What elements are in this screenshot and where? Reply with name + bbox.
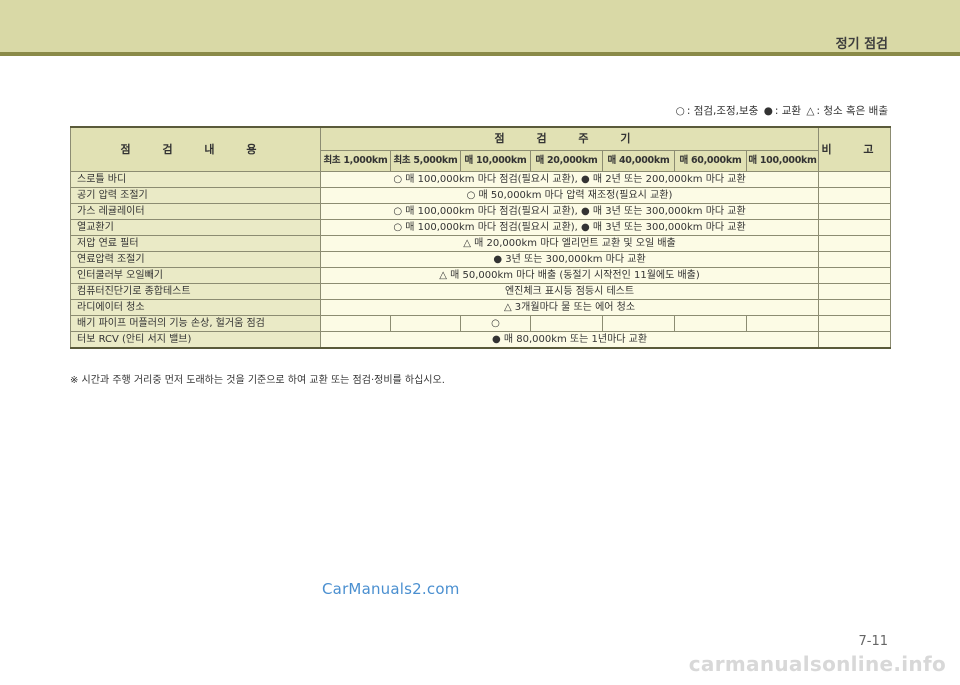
row-schedule: 엔진체크 표시등 점등시 테스트 (319, 283, 820, 300)
circle-icon: ○ (675, 105, 685, 117)
row-schedule: ○ 매 100,000km 마다 점검(필요시 교환), ● 매 3년 또는 3… (319, 203, 820, 220)
row-schedule: △ 3개월마다 물 또는 에어 청소 (319, 299, 820, 316)
interval-cell (390, 315, 461, 332)
interval-cell (530, 315, 603, 332)
row-item: 스로틀 바디 (70, 171, 321, 188)
row-schedule: △ 매 50,000km 마다 배출 (동절기 시작전인 11월에도 배출) (319, 267, 820, 284)
table-row: 터보 RCV (안티 서지 밸브) ● 매 80,000km 또는 1년마다 교… (70, 331, 892, 349)
row-schedule: ○ 매 100,000km 마다 점검(필요시 교환), ● 매 3년 또는 3… (319, 219, 820, 236)
row-remark (818, 315, 892, 332)
row-remark (818, 219, 892, 236)
header-period: 점 검 주 기 (319, 126, 820, 151)
row-remark (818, 187, 892, 204)
row-schedule: △ 매 20,000km 마다 엘리먼트 교환 및 오일 배출 (319, 235, 820, 252)
table-row: 공기 압력 조절기 ○ 매 50,000km 마다 압력 재조정(필요시 교환) (70, 187, 892, 204)
interval-header: 최초 5,000km (390, 150, 461, 172)
table-row: 연료압력 조절기 ● 3년 또는 300,000km 마다 교환 (70, 251, 892, 268)
table-row: 저압 연료 필터 △ 매 20,000km 마다 엘리먼트 교환 및 오일 배출 (70, 235, 892, 252)
interval-header: 매 60,000km (674, 150, 747, 172)
legend-dot-text: : 교환 (774, 105, 802, 117)
interval-header: 매 40,000km (602, 150, 675, 172)
row-remark (818, 203, 892, 220)
row-item: 가스 레귤레이터 (70, 203, 321, 220)
row-remark (818, 267, 892, 284)
interval-cell: ○ (460, 315, 531, 332)
header-remark: 비 고 (818, 126, 892, 172)
row-item: 컴퓨터진단기로 종합테스트 (70, 283, 321, 300)
table-row: 라디에이터 청소 △ 3개월마다 물 또는 에어 청소 (70, 299, 892, 316)
header-band (0, 0, 960, 52)
row-item: 저압 연료 필터 (70, 235, 321, 252)
row-item: 열교환기 (70, 219, 321, 236)
interval-header: 매 20,000km (530, 150, 603, 172)
row-item: 연료압력 조절기 (70, 251, 321, 268)
row-remark (818, 299, 892, 316)
row-item: 배기 파이프 머플러의 기능 손상, 헐거움 점검 (70, 315, 321, 332)
interval-cell (674, 315, 747, 332)
table-row: 컴퓨터진단기로 종합테스트 엔진체크 표시등 점등시 테스트 (70, 283, 892, 300)
row-item: 터보 RCV (안티 서지 밸브) (70, 331, 321, 349)
row-remark (818, 331, 892, 349)
table-row: 인터쿨러부 오일빼기 △ 매 50,000km 마다 배출 (동절기 시작전인 … (70, 267, 892, 284)
legend-circle-text: : 점검,조정,보충 (686, 105, 759, 117)
table-row: 스로틀 바디 ○ 매 100,000km 마다 점검(필요시 교환), ● 매 … (70, 171, 892, 188)
page-title: 정기 점검 (835, 37, 888, 52)
footnote: ※ 시간과 주행 거리중 먼저 도래하는 것을 기준으로 하여 교환 또는 점검… (70, 375, 445, 386)
header-divider (0, 52, 960, 56)
row-remark (818, 251, 892, 268)
row-schedule: ○ 매 50,000km 마다 압력 재조정(필요시 교환) (319, 187, 820, 204)
row-schedule: ● 매 80,000km 또는 1년마다 교환 (319, 331, 820, 349)
legend-triangle-text: : 청소 혹은 배출 (816, 105, 888, 117)
interval-cell (602, 315, 675, 332)
row-schedule: ● 3년 또는 300,000km 마다 교환 (319, 251, 820, 268)
interval-cell (320, 315, 391, 332)
maintenance-table: 점 검 내 용 점 검 주 기 비 고 최초 1,000km 최초 5,000k… (70, 126, 892, 349)
table-row: 열교환기 ○ 매 100,000km 마다 점검(필요시 교환), ● 매 3년… (70, 219, 892, 236)
dot-icon: ● (763, 105, 773, 117)
row-remark (818, 171, 892, 188)
header-item: 점 검 내 용 (70, 126, 321, 172)
watermark-link[interactable]: CarManuals2.com (322, 580, 460, 598)
interval-header: 매 10,000km (460, 150, 531, 172)
interval-cell (745, 315, 820, 332)
row-item: 라디에이터 청소 (70, 299, 321, 316)
interval-header: 최초 1,000km (320, 150, 391, 172)
row-remark (818, 235, 892, 252)
triangle-icon: △ (806, 105, 815, 117)
row-item: 공기 압력 조절기 (70, 187, 321, 204)
row-remark (818, 283, 892, 300)
site-watermark: carmanualsonline.info (688, 652, 946, 676)
page-number: 7-11 (858, 634, 888, 649)
row-schedule: ○ 매 100,000km 마다 점검(필요시 교환), ● 매 2년 또는 2… (319, 171, 820, 188)
symbol-legend: ○: 점검,조정,보충 ●: 교환 △: 청소 혹은 배출 (674, 103, 888, 118)
interval-header: 매 100,000km (745, 150, 820, 172)
table-row: 배기 파이프 머플러의 기능 손상, 헐거움 점검 ○ (70, 315, 892, 332)
row-item: 인터쿨러부 오일빼기 (70, 267, 321, 284)
table-row: 가스 레귤레이터 ○ 매 100,000km 마다 점검(필요시 교환), ● … (70, 203, 892, 220)
